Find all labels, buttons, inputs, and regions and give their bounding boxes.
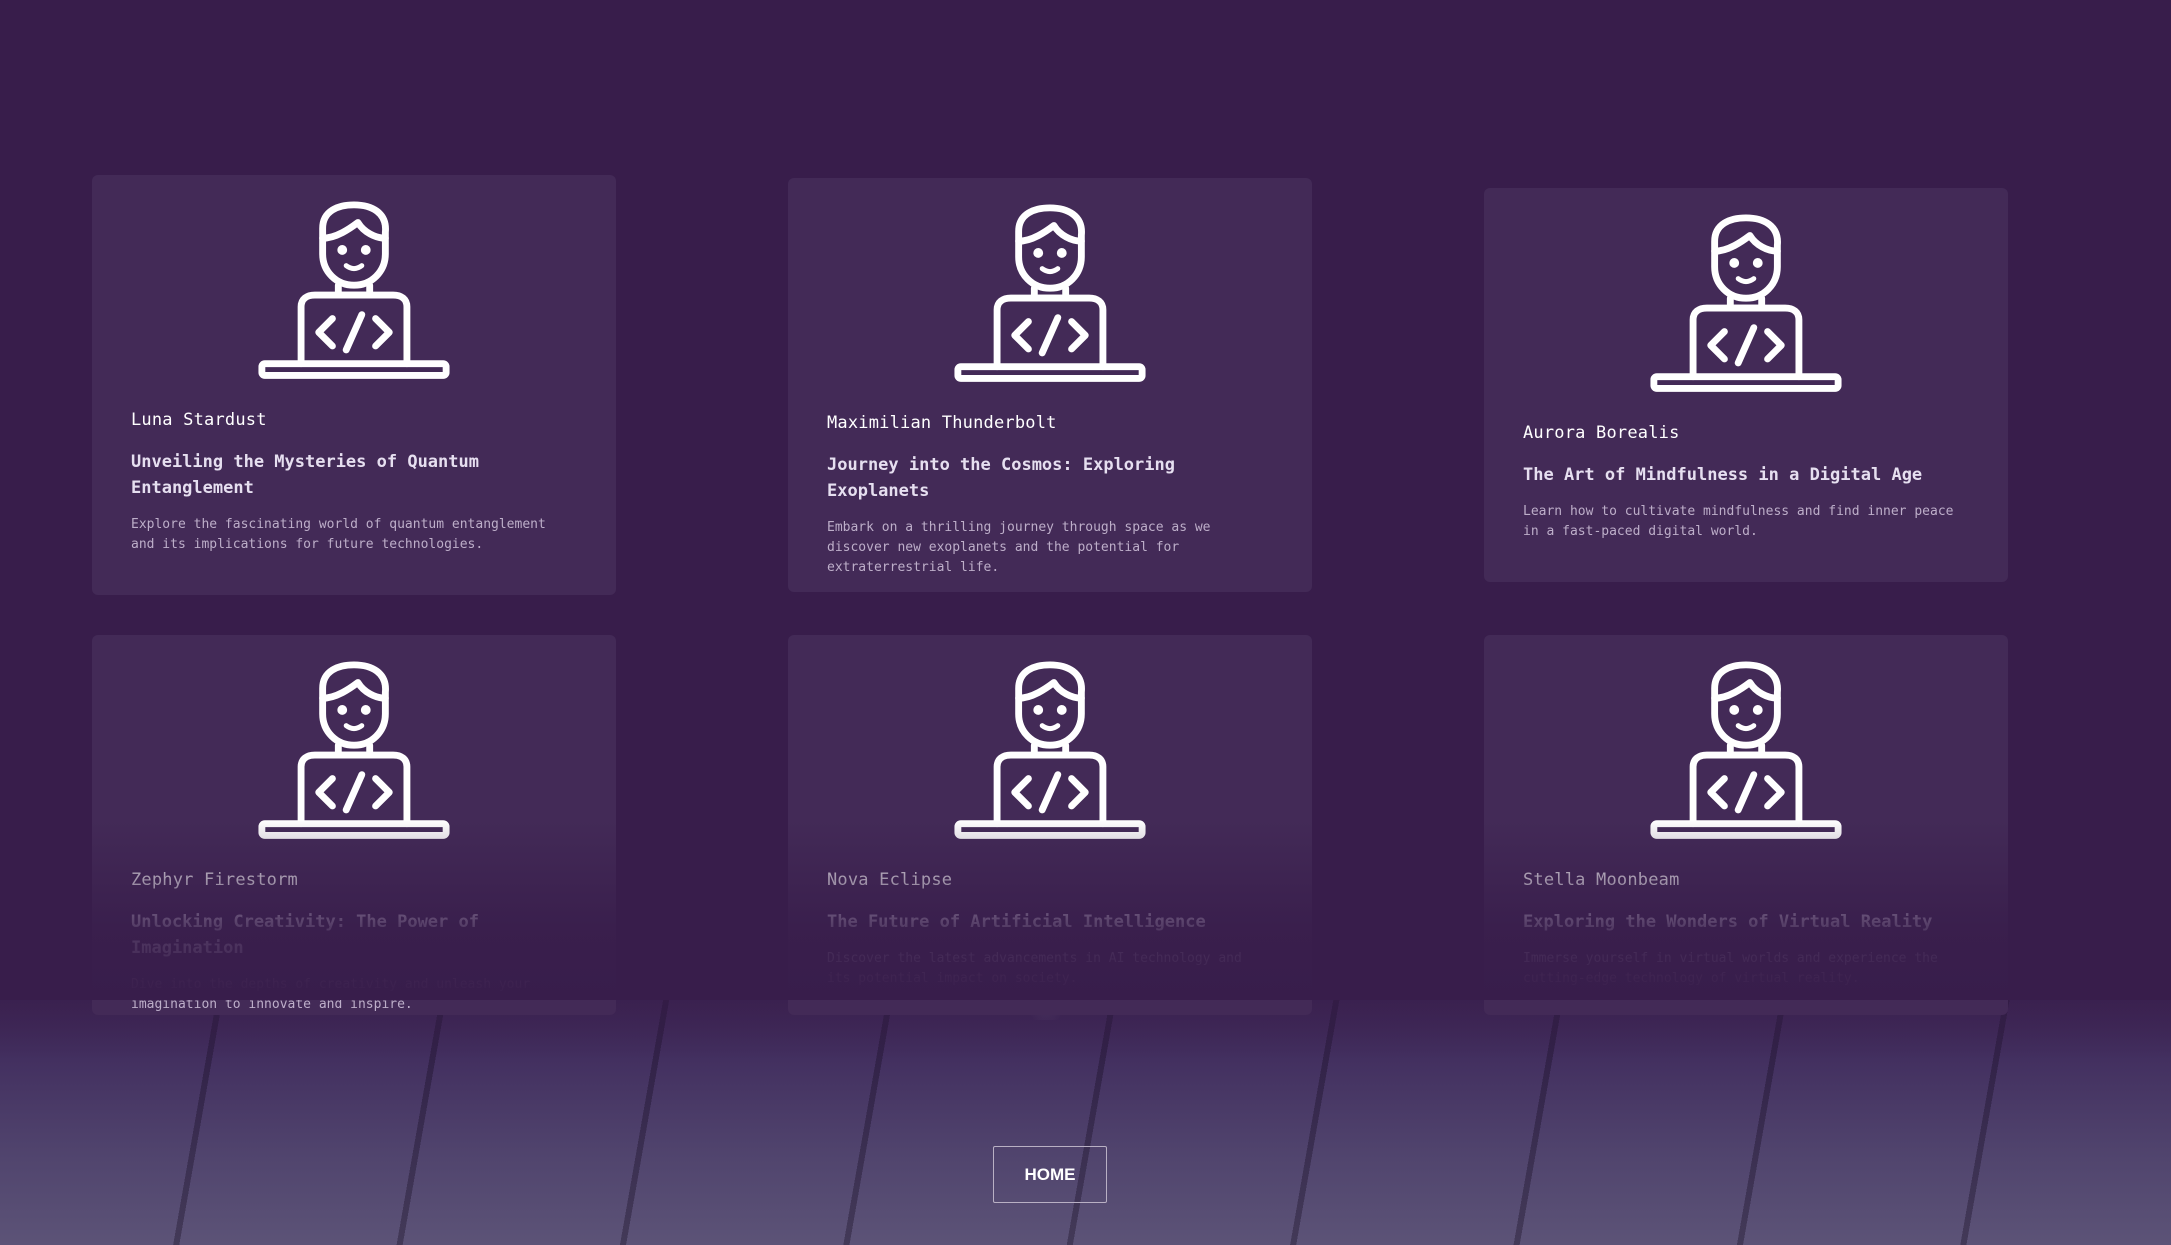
developer-laptop-icon [1650, 661, 1842, 839]
article-title[interactable]: Unlocking Creativity: The Power of Imagi… [131, 909, 572, 961]
developer-laptop-icon [1650, 214, 1842, 392]
article-title[interactable]: Exploring the Wonders of Virtual Reality [1523, 909, 1964, 935]
article-title[interactable]: The Future of Artificial Intelligence [827, 909, 1268, 935]
article-title[interactable]: The Art of Mindfulness in a Digital Age [1523, 462, 1964, 488]
home-button[interactable]: HOME [993, 1146, 1107, 1203]
author-name: Stella Moonbeam [1523, 870, 1680, 890]
author-name: Zephyr Firestorm [131, 870, 298, 890]
author-name: Nova Eclipse [827, 870, 953, 890]
article-description: Immerse yourself in virtual worlds and e… [1523, 951, 1938, 986]
article-title[interactable]: Unveiling the Mysteries of Quantum Entan… [131, 449, 572, 501]
article-card[interactable]: Luna Stardust Unveiling the Mysteries of… [92, 175, 616, 595]
developer-laptop-icon [258, 201, 450, 379]
article-description: Embark on a thrilling journey through sp… [827, 520, 1211, 575]
article-card[interactable]: Maximilian Thunderbolt Journey into the … [788, 178, 1312, 592]
article-card[interactable]: Nova Eclipse The Future of Artificial In… [788, 635, 1312, 1015]
developer-laptop-icon [954, 661, 1146, 839]
article-title[interactable]: Journey into the Cosmos: Exploring Exopl… [827, 452, 1268, 504]
article-description: Discover the latest advancements in AI t… [827, 951, 1242, 986]
author-name: Maximilian Thunderbolt [827, 413, 1057, 433]
page: Luna Stardust Unveiling the Mysteries of… [0, 0, 2171, 1245]
developer-laptop-icon [258, 661, 450, 839]
article-description: Dive into the depths of creativity and u… [131, 977, 531, 1012]
article-description: Learn how to cultivate mindfulness and f… [1523, 504, 1954, 539]
article-card[interactable]: Stella Moonbeam Exploring the Wonders of… [1484, 635, 2008, 1015]
author-name: Luna Stardust [131, 410, 267, 430]
article-card[interactable]: Aurora Borealis The Art of Mindfulness i… [1484, 188, 2008, 582]
developer-laptop-icon [954, 204, 1146, 382]
author-name: Aurora Borealis [1523, 423, 1680, 443]
article-description: Explore the fascinating world of quantum… [131, 517, 546, 552]
article-card[interactable]: Zephyr Firestorm Unlocking Creativity: T… [92, 635, 616, 1015]
